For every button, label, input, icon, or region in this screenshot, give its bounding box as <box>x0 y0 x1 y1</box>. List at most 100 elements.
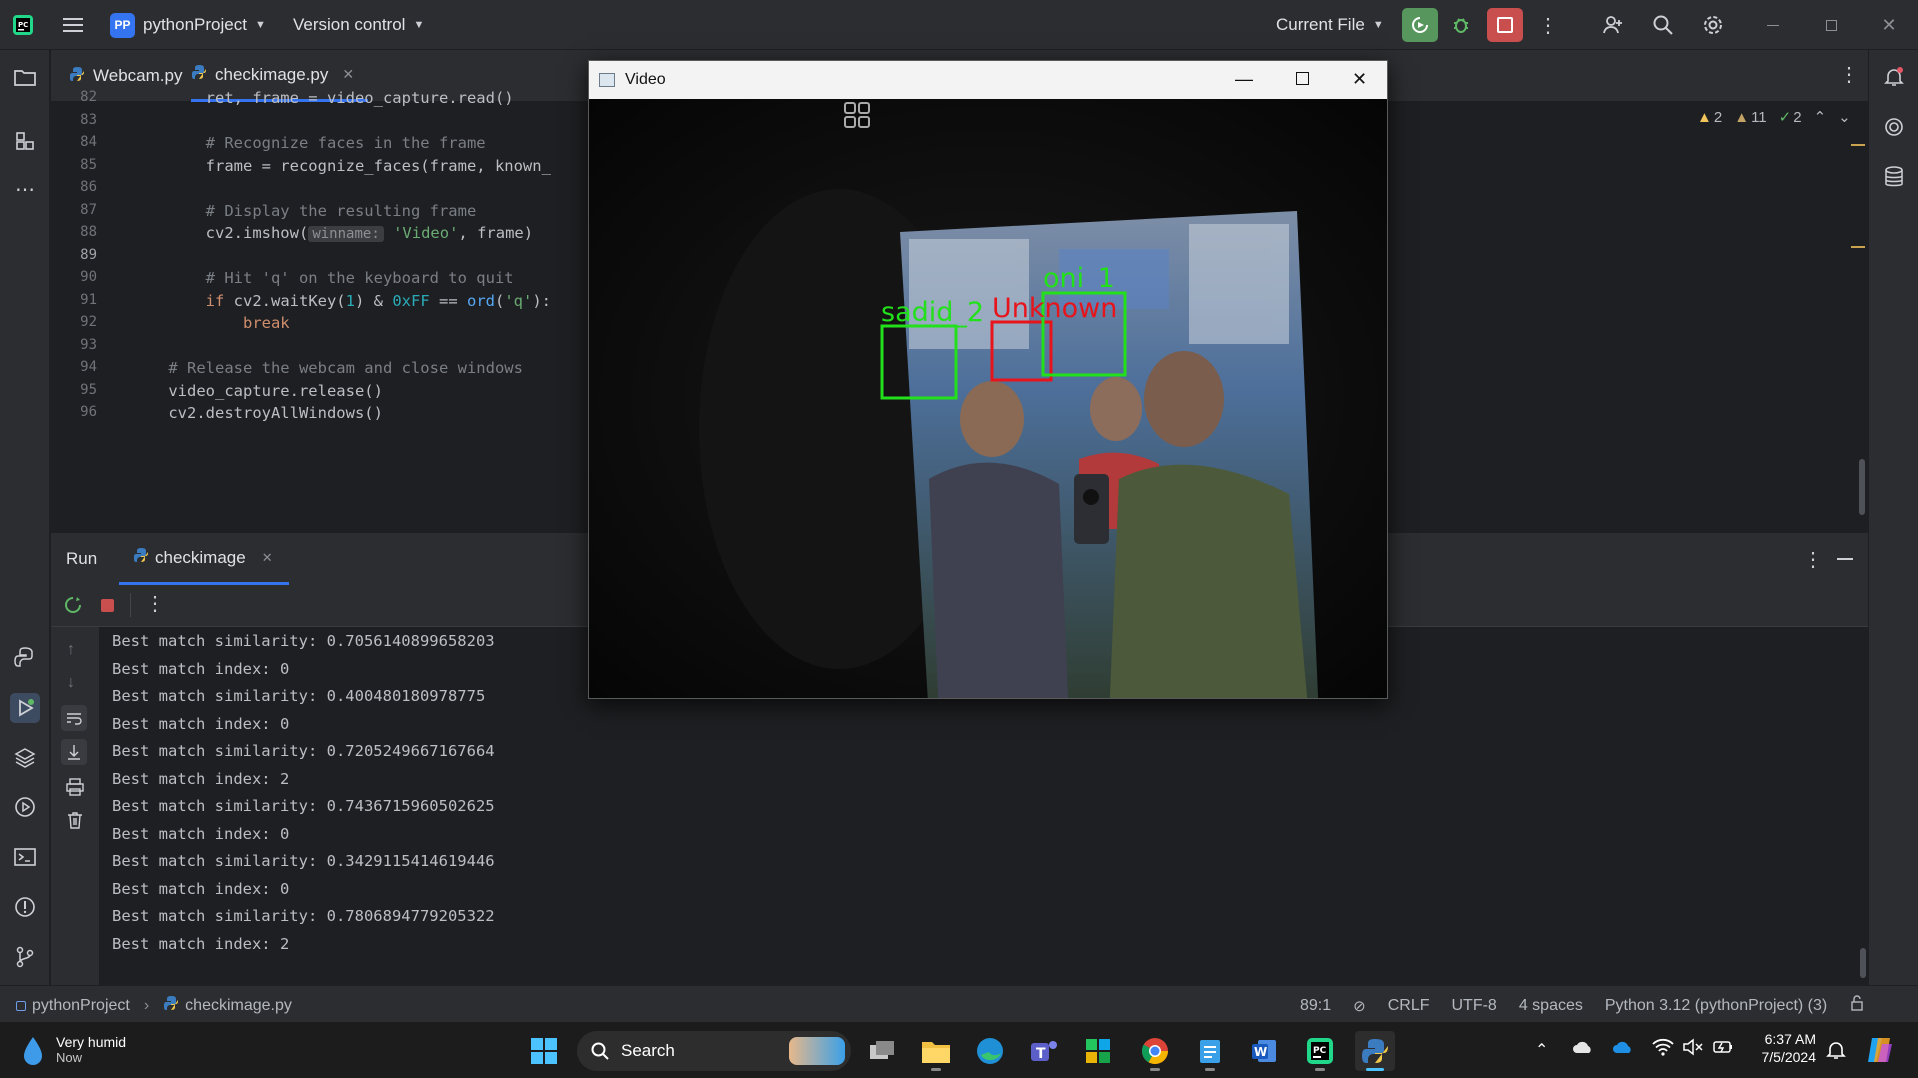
humidity-drop-icon <box>24 1036 42 1065</box>
run-tab-label: checkimage <box>155 547 246 567</box>
line-number: 95 <box>80 381 97 398</box>
pycharm-logo-icon[interactable]: PC <box>10 12 36 38</box>
rerun-button[interactable] <box>1402 8 1438 42</box>
more-actions-icon[interactable]: ⋮ <box>1535 12 1561 38</box>
soft-wrap-icon[interactable] <box>61 705 87 731</box>
debug-button[interactable] <box>1448 12 1474 38</box>
warning-icon: ▲ <box>1697 108 1712 126</box>
close-window-button[interactable]: ✕ <box>1876 12 1902 38</box>
run-config-selector[interactable]: Current File ▼ <box>1276 12 1384 38</box>
close-tab-icon[interactable]: ✕ <box>342 66 354 83</box>
project-selector[interactable]: PP pythonProject ▼ <box>110 12 266 38</box>
file-explorer-icon[interactable] <box>916 1031 956 1071</box>
more-tools-icon[interactable]: ⋯ <box>12 176 38 202</box>
settings-gear-icon[interactable] <box>1700 12 1726 38</box>
tray-chevron-up-icon[interactable]: ⌃ <box>1535 1040 1548 1060</box>
run-console-output[interactable]: Best match similarity: 0.705614089965820… <box>112 628 495 958</box>
scroll-to-end-icon[interactable] <box>61 739 87 765</box>
pycharm-taskbar-icon[interactable]: PC <box>1300 1031 1340 1071</box>
file-encoding[interactable]: UTF-8 <box>1452 997 1497 1015</box>
restore-window-button[interactable] <box>1818 12 1844 38</box>
python-interpreter[interactable]: Python 3.12 (pythonProject) (3) <box>1605 997 1827 1015</box>
terminal-icon[interactable] <box>12 844 38 870</box>
lock-icon[interactable] <box>1849 995 1865 1016</box>
python-file-icon <box>191 64 207 85</box>
print-icon[interactable] <box>65 777 85 802</box>
start-button[interactable] <box>524 1031 564 1071</box>
wifi-icon[interactable] <box>1652 1038 1674 1061</box>
no-highlight-icon[interactable]: ⊘ <box>1353 997 1366 1015</box>
add-user-icon[interactable] <box>1600 12 1626 38</box>
breadcrumb-project[interactable]: pythonProject <box>32 997 130 1015</box>
notepad-icon[interactable] <box>1190 1031 1230 1071</box>
chrome-icon[interactable] <box>1135 1031 1175 1071</box>
trash-icon[interactable] <box>65 810 85 835</box>
run-config-label: Current File <box>1276 15 1365 34</box>
onedrive-gray-icon[interactable] <box>1572 1040 1594 1059</box>
run-options-icon[interactable]: ⋮ <box>1803 547 1823 572</box>
arrow-down-icon[interactable]: ↓ <box>67 674 75 692</box>
structure-icon[interactable] <box>12 128 38 154</box>
database-icon[interactable] <box>1881 164 1907 190</box>
run-tab-checkimage[interactable]: checkimage ✕ <box>119 533 289 585</box>
color-app-icon[interactable] <box>1078 1031 1118 1071</box>
edge-browser-icon[interactable] <box>970 1031 1010 1071</box>
system-clock[interactable]: 6:37 AM 7/5/2024 <box>1752 1031 1817 1065</box>
line-number: 89 <box>80 246 97 263</box>
minimize-window-button[interactable] <box>1760 12 1786 38</box>
line-separator[interactable]: CRLF <box>1388 997 1430 1015</box>
stop-icon <box>1497 17 1513 33</box>
console-line: Best match index: 0 <box>112 714 290 733</box>
word-icon[interactable]: W <box>1244 1031 1284 1071</box>
line-number: 82 <box>80 89 97 105</box>
task-view-icon[interactable] <box>862 1031 902 1071</box>
editor-scrollbar-thumb[interactable] <box>1859 459 1865 515</box>
python-window-taskbar-icon[interactable] <box>1355 1031 1395 1071</box>
indent-setting[interactable]: 4 spaces <box>1519 997 1583 1015</box>
console-scrollbar-thumb[interactable] <box>1860 948 1866 978</box>
problems-icon[interactable] <box>12 894 38 920</box>
chevron-down-icon[interactable]: ⌄ <box>1838 108 1851 126</box>
right-tool-strip <box>1868 50 1918 985</box>
notifications-bell-icon[interactable] <box>1881 64 1907 90</box>
opencv-video-window[interactable]: Video — ✕ sadid_2 Unknown oni_1 <box>588 60 1388 699</box>
stop-icon[interactable] <box>101 599 114 612</box>
weather-widget[interactable]: Very humid Now <box>20 1034 126 1065</box>
run-tool-icon[interactable] <box>10 693 40 723</box>
inspection-widget[interactable]: ▲ 2 ▲ 11 ✓ 2 ⌃ ⌄ <box>1697 108 1851 127</box>
bug-icon <box>1454 18 1468 33</box>
teams-icon[interactable]: T <box>1024 1031 1064 1071</box>
stop-button[interactable] <box>1487 8 1523 42</box>
python-console-icon[interactable] <box>12 644 38 670</box>
scroll-marker <box>1851 246 1865 248</box>
search-everywhere-icon[interactable] <box>1650 12 1676 38</box>
line-number: 87 <box>80 201 97 218</box>
hide-panel-icon[interactable] <box>1837 558 1853 560</box>
chevron-up-icon[interactable]: ⌃ <box>1814 108 1827 126</box>
project-folder-icon[interactable] <box>12 64 38 90</box>
services-icon[interactable] <box>12 794 38 820</box>
battery-charging-icon[interactable] <box>1712 1038 1734 1061</box>
close-icon[interactable]: ✕ <box>1352 69 1367 90</box>
notification-bell-icon[interactable] <box>1826 1039 1846 1066</box>
breadcrumb-file[interactable]: checkimage.py <box>185 997 292 1015</box>
version-control-menu[interactable]: Version control ▼ <box>293 12 424 38</box>
copilot-icon[interactable] <box>1864 1034 1896 1071</box>
main-menu-icon[interactable] <box>60 12 86 38</box>
video-title-bar[interactable]: Video — ✕ <box>589 61 1387 99</box>
layers-icon[interactable] <box>12 744 38 770</box>
more-actions-icon[interactable]: ⋮ <box>145 591 165 616</box>
line-number: 84 <box>80 134 97 150</box>
tabs-more-icon[interactable]: ⋮ <box>1839 62 1859 87</box>
ai-assistant-icon[interactable] <box>1881 114 1907 140</box>
rerun-icon[interactable] <box>63 595 83 620</box>
speaker-muted-icon[interactable] <box>1683 1038 1703 1061</box>
git-branch-icon[interactable] <box>12 944 38 970</box>
minimize-icon[interactable]: — <box>1235 69 1253 90</box>
close-tab-icon[interactable]: ✕ <box>262 550 273 566</box>
caret-position[interactable]: 89:1 <box>1300 997 1331 1015</box>
arrow-up-icon[interactable]: ↑ <box>67 641 75 659</box>
taskbar-search-box[interactable]: Search <box>577 1031 851 1071</box>
maximize-icon[interactable] <box>1296 72 1309 85</box>
onedrive-blue-icon[interactable] <box>1612 1040 1634 1059</box>
